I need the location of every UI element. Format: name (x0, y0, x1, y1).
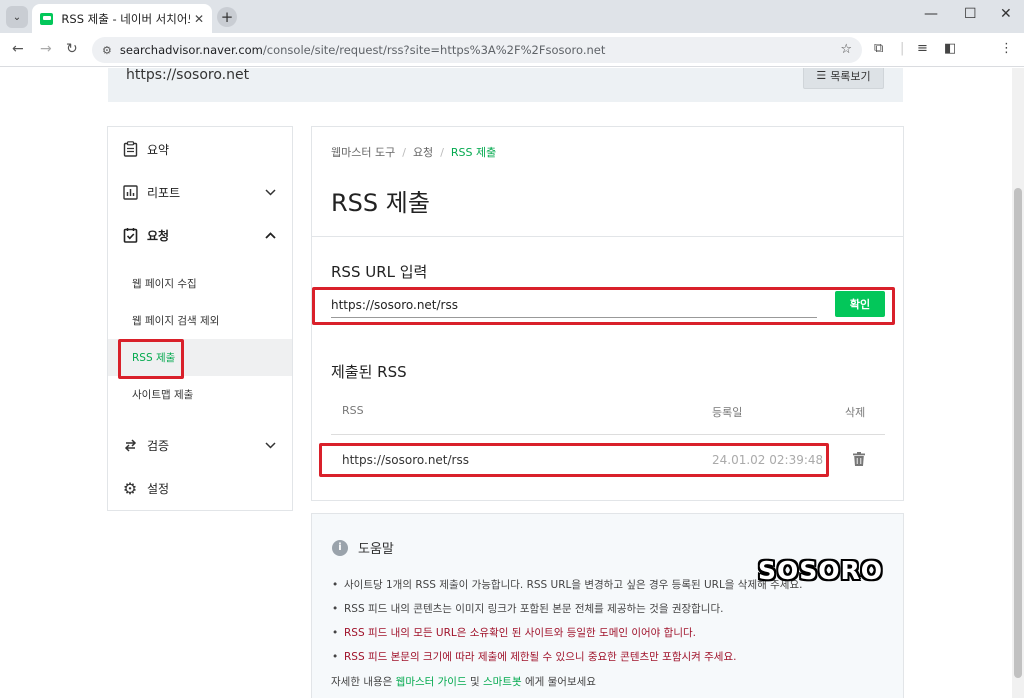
exchange-icon (122, 437, 138, 453)
sosoro-watermark: SOSORO (758, 556, 884, 585)
rss-input-title: RSS URL 입력 (331, 263, 428, 281)
confirm-button[interactable]: 확인 (835, 291, 885, 317)
sidebar-item-label: 요청 (147, 228, 170, 243)
sidebar-item-verify[interactable]: 검증 (108, 427, 292, 463)
checklist-icon (122, 227, 138, 243)
rss-submit-panel: 웹마스터 도구/요청/RSS 제출 RSS 제출 RSS URL 입력 확인 제… (311, 126, 904, 501)
sidebar-item-label: 요약 (147, 142, 170, 157)
tab-close-icon[interactable]: ✕ (194, 12, 204, 26)
reload-icon[interactable]: ↻ (66, 41, 78, 57)
help-box: i 도움말 • 사이트당 1개의 RSS 제출이 가능합니다. RSS URL을 … (311, 513, 904, 698)
address-bar-row: ← → ↻ ⚙ searchadvisor.naver.com/console/… (0, 33, 1024, 67)
omnibox[interactable]: ⚙ searchadvisor.naver.com/console/site/r… (92, 37, 862, 63)
breadcrumb-current: RSS 제출 (450, 146, 497, 159)
breadcrumb-webmaster-tools[interactable]: 웹마스터 도구 (331, 146, 395, 159)
chevron-down-icon (265, 439, 276, 452)
table-header-divider (331, 434, 885, 435)
trash-icon[interactable] (853, 452, 865, 466)
smartbot-link[interactable]: 스마트봇 (483, 676, 522, 688)
sidebar-subitem-page-collect[interactable]: 웹 페이지 수집 (108, 265, 292, 302)
help-title: 도움말 (358, 542, 394, 557)
sidebar-item-settings[interactable]: ⚙ 설정 (108, 470, 292, 506)
close-window-icon[interactable]: ✕ (1000, 6, 1012, 22)
menu-dots-icon[interactable]: ⋮ (1000, 41, 1013, 56)
forward-icon[interactable]: → (40, 41, 52, 57)
sidebar-item-report[interactable]: 리포트 (108, 174, 292, 210)
help-header: i 도움말 (332, 538, 394, 557)
list-view-label: 목록보기 (830, 69, 871, 83)
table-header-date: 등록일 (712, 406, 743, 419)
site-url: https://sosoro.net (126, 68, 250, 83)
divider (312, 236, 903, 237)
tab-title: RSS 제출 - 네이버 서치어드바이저 (61, 11, 190, 26)
site-bar: https://sosoro.net ☰ 목록보기 (108, 68, 903, 102)
sidebar-item-request[interactable]: 요청 (108, 217, 292, 253)
gear-icon: ⚙ (122, 478, 138, 498)
sidebar-item-label: 검증 (147, 438, 170, 453)
site-info-icon[interactable]: ⚙ (102, 44, 112, 57)
naver-favicon-icon (40, 12, 54, 25)
breadcrumb-request[interactable]: 요청 (413, 146, 433, 159)
page-content: https://sosoro.net ☰ 목록보기 요약 리포트 요청 웹 페이… (0, 68, 1012, 698)
maximize-icon[interactable]: ☐ (964, 6, 977, 22)
clipboard-icon (122, 141, 138, 157)
url-text[interactable]: searchadvisor.naver.com/console/site/req… (120, 43, 605, 57)
table-header-rss: RSS (342, 404, 364, 417)
submitted-rss-title: 제출된 RSS (331, 363, 407, 381)
webmaster-guide-link[interactable]: 웹마스터 가이드 (396, 676, 467, 688)
sidebar-item-label: 리포트 (147, 185, 181, 200)
minimize-icon[interactable]: — (924, 6, 938, 22)
chart-icon (122, 184, 138, 200)
sidebar-subitem-rss-submit[interactable]: RSS 제출 (108, 339, 292, 376)
toolbar-divider: | (900, 41, 905, 56)
breadcrumb: 웹마스터 도구 / 요청 / RSS 제출 (331, 146, 497, 159)
page-title: RSS 제출 (331, 189, 430, 217)
help-footer: 자세한 내용은 웹마스터 가이드 및 스마트봇 에게 물어보세요 (331, 676, 596, 688)
side-panel-icon[interactable]: ◧ (944, 41, 956, 56)
bookmark-star-icon[interactable]: ☆ (840, 42, 852, 57)
table-header-delete: 삭제 (845, 406, 866, 419)
chevron-up-icon (265, 229, 276, 242)
list-icon: ☰ (816, 69, 827, 82)
help-item: • RSS 피드 내의 모든 URL은 소유확인 된 사이트와 등일한 도메인 이… (332, 627, 696, 639)
register-date-cell: 24.01.02 02:39:48 (712, 453, 824, 467)
browser-tab[interactable]: RSS 제출 - 네이버 서치어드바이저 ✕ (32, 4, 212, 33)
new-tab-button[interactable]: + (217, 7, 237, 27)
scrollbar-thumb[interactable] (1014, 188, 1022, 678)
browser-tab-bar: ⌄ RSS 제출 - 네이버 서치어드바이저 ✕ + — ☐ ✕ (0, 0, 1024, 33)
help-item: • RSS 피드 내의 콘텐츠는 이미지 링크가 포함된 본문 전체를 제공하는 … (332, 603, 724, 615)
reading-list-icon[interactable]: ≡ (917, 41, 928, 56)
rss-url-cell: https://sosoro.net/rss (342, 453, 469, 467)
chevron-down-icon (265, 186, 276, 199)
help-item: • 사이트당 1개의 RSS 제출이 가능합니다. RSS URL을 변경하고 싶… (332, 579, 803, 591)
sidebar-subitem-sitemap-submit[interactable]: 사이트맵 제출 (108, 376, 292, 413)
page-scrollbar[interactable] (1012, 68, 1024, 698)
sidebar-item-summary[interactable]: 요약 (108, 131, 292, 167)
info-icon: i (332, 539, 348, 556)
extensions-icon[interactable]: ⧉ (874, 41, 883, 56)
tab-search-icon[interactable]: ⌄ (6, 6, 28, 28)
sidebar-subitem-page-exclude[interactable]: 웹 페이지 검색 제외 (108, 302, 292, 339)
rss-url-input[interactable] (331, 292, 817, 318)
list-view-button[interactable]: ☰ 목록보기 (803, 68, 884, 89)
sidebar: 요약 리포트 요청 웹 페이지 수집 웹 페이지 검색 제외 RSS 제출 사이… (107, 126, 293, 511)
help-item: • RSS 피드 본문의 크기에 따라 제출에 제한될 수 있으니 중요한 콘텐츠… (332, 651, 737, 663)
sidebar-item-label: 설정 (147, 481, 170, 496)
back-icon[interactable]: ← (12, 41, 24, 57)
